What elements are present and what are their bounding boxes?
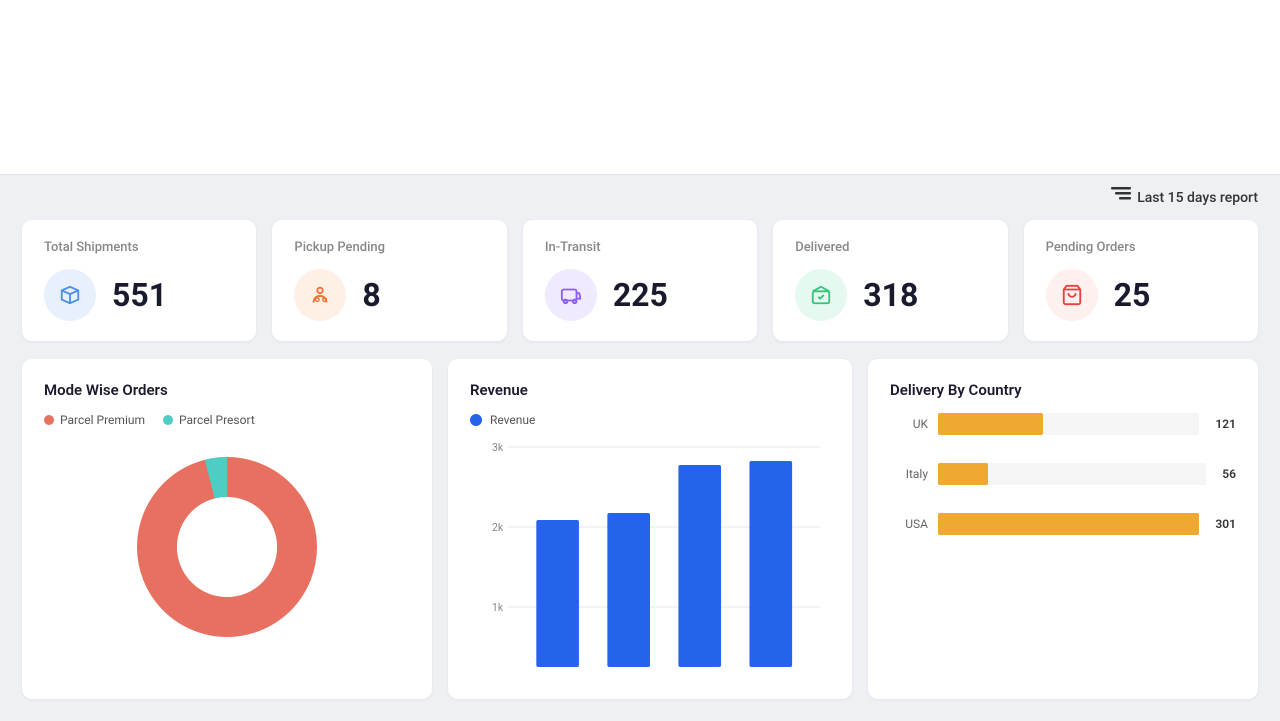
stat-card-delivered: Delivered 318 [773,220,1007,341]
mode-wise-legend: Parcel Premium Parcel Presort [44,413,410,427]
top-banner [0,0,1280,175]
stat-title-in-transit: In-Transit [545,240,735,255]
report-icon [1111,187,1131,208]
stats-row: Total Shipments 551 Pickup Pending 8 In-… [22,220,1258,341]
delivery-card: Delivery By Country UK 121 Italy 56 USA … [868,359,1258,699]
country-bar-wrap-italy [938,463,1206,485]
stat-body-in-transit: 225 [545,269,735,321]
stat-icon-pickup-pending [294,269,346,321]
report-bar: Last 15 days report [22,175,1258,220]
country-value-italy: 56 [1222,467,1236,481]
stat-value-in-transit: 225 [613,276,668,314]
country-bar-wrap-usa [938,513,1199,535]
svg-text:1k: 1k [492,601,504,614]
main-content: Last 15 days report Total Shipments 551 … [0,175,1280,721]
revenue-card: Revenue Revenue 3k 2k 1k [448,359,852,699]
stat-title-total-shipments: Total Shipments [44,240,234,255]
mode-wise-card: Mode Wise Orders Parcel Premium Parcel P… [22,359,432,699]
legend-dot [44,415,54,425]
bottom-row: Mode Wise Orders Parcel Premium Parcel P… [22,359,1258,699]
stat-value-delivered: 318 [863,276,918,314]
country-row-italy: Italy 56 [890,463,1236,485]
stat-title-pickup-pending: Pickup Pending [294,240,484,255]
stat-body-pending-orders: 25 [1046,269,1236,321]
stat-title-pending-orders: Pending Orders [1046,240,1236,255]
svg-text:3k: 3k [492,441,504,454]
country-bar-usa [938,513,1199,535]
country-bar-wrap-uk [938,413,1199,435]
stat-card-in-transit: In-Transit 225 [523,220,757,341]
revenue-legend-label: Revenue [490,413,535,427]
stat-value-total-shipments: 551 [112,276,167,314]
country-row-usa: USA 301 [890,513,1236,535]
stat-icon-delivered [795,269,847,321]
stat-card-total-shipments: Total Shipments 551 [22,220,256,341]
stat-icon-pending-orders [1046,269,1098,321]
report-label: Last 15 days report [1137,190,1258,206]
country-row-uk: UK 121 [890,413,1236,435]
country-bar-uk [938,413,1043,435]
legend-label: Parcel Presort [179,413,255,427]
stat-icon-in-transit [545,269,597,321]
svg-text:2k: 2k [492,521,504,534]
legend-item-parcel-premium: Parcel Premium [44,413,145,427]
revenue-dot [470,414,482,426]
country-value-uk: 121 [1215,417,1236,431]
revenue-legend: Revenue [470,413,830,427]
stat-card-pickup-pending: Pickup Pending 8 [272,220,506,341]
country-chart: UK 121 Italy 56 USA 301 [890,413,1236,535]
stat-icon-total-shipments [44,269,96,321]
country-value-usa: 301 [1215,517,1236,531]
delivery-title: Delivery By Country [890,381,1236,399]
country-label-uk: UK [890,417,928,431]
stat-title-delivered: Delivered [795,240,985,255]
stat-body-total-shipments: 551 [44,269,234,321]
stat-value-pending-orders: 25 [1114,276,1151,314]
stat-value-pickup-pending: 8 [362,276,380,314]
revenue-bar-area: 3k 2k 1k [470,437,830,677]
donut-container [44,437,410,657]
legend-dot [163,415,173,425]
country-label-usa: USA [890,517,928,531]
stat-body-pickup-pending: 8 [294,269,484,321]
revenue-title: Revenue [470,381,830,399]
stat-body-delivered: 318 [795,269,985,321]
legend-item-parcel-presort: Parcel Presort [163,413,255,427]
mode-wise-title: Mode Wise Orders [44,381,410,399]
stat-card-pending-orders: Pending Orders 25 [1024,220,1258,341]
legend-label: Parcel Premium [60,413,145,427]
country-bar-italy [938,463,988,485]
country-label-italy: Italy [890,467,928,481]
